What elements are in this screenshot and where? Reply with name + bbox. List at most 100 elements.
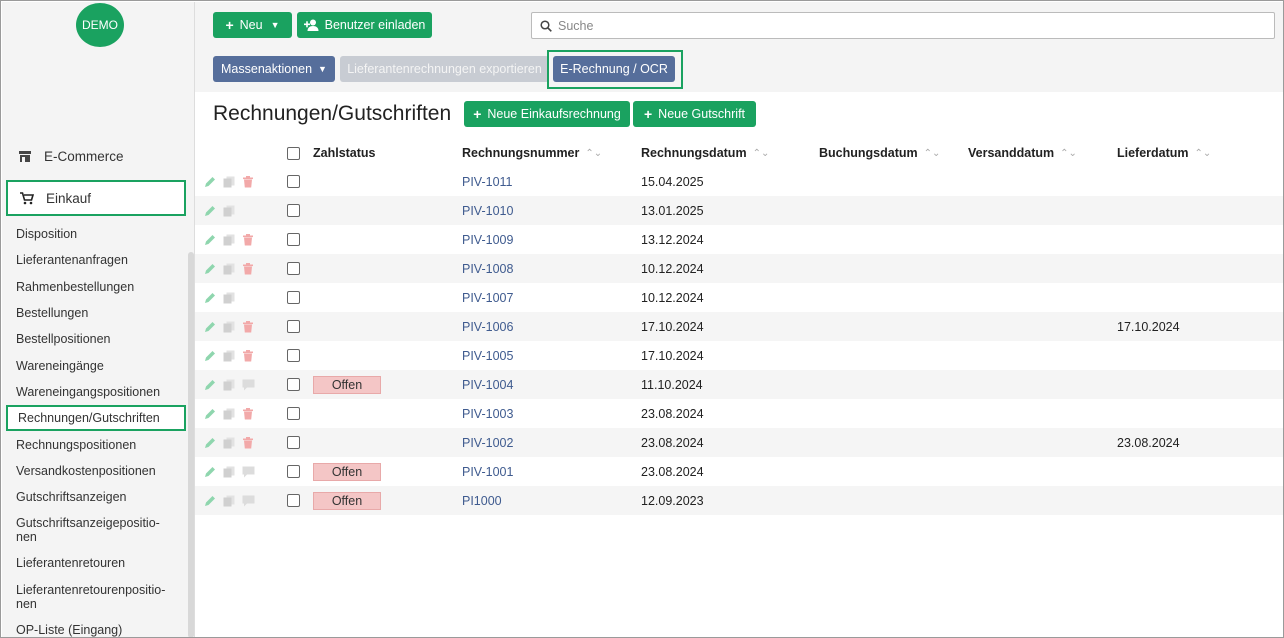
- pencil-icon[interactable]: [203, 494, 217, 508]
- sidebar-subitem[interactable]: Disposition: [6, 221, 186, 247]
- invoice-number-link[interactable]: PI1000: [462, 494, 502, 508]
- invoice-number-link[interactable]: PIV-1007: [462, 291, 513, 305]
- copy-icon[interactable]: [222, 494, 236, 508]
- mass-actions-button[interactable]: Massenaktionen ▼: [213, 56, 335, 82]
- row-checkbox[interactable]: [287, 204, 300, 217]
- sidebar-item-einkauf[interactable]: Einkauf: [6, 180, 186, 216]
- invoice-number-link[interactable]: PIV-1009: [462, 233, 513, 247]
- trash-icon[interactable]: [241, 262, 255, 276]
- copy-icon[interactable]: [222, 407, 236, 421]
- sidebar-subitem[interactable]: Gutschriftsanzeigen: [6, 484, 186, 510]
- header-rechnungsnummer[interactable]: Rechnungsnummer ⌃⌄: [462, 139, 602, 167]
- copy-icon[interactable]: [222, 262, 236, 276]
- export-button[interactable]: Lieferantenrechnungen exportieren: [340, 56, 549, 82]
- comment-icon[interactable]: [241, 378, 255, 392]
- comment-icon[interactable]: [241, 465, 255, 479]
- invoice-number-link[interactable]: PIV-1006: [462, 320, 513, 334]
- table-row[interactable]: PIV-1006 17.10.2024 17.10.2024: [195, 312, 1283, 341]
- copy-icon[interactable]: [222, 175, 236, 189]
- trash-icon[interactable]: [241, 349, 255, 363]
- pencil-icon[interactable]: [203, 175, 217, 189]
- invite-user-button[interactable]: Benutzer einladen: [297, 12, 432, 38]
- table-row[interactable]: PIV-1008 10.12.2024: [195, 254, 1283, 283]
- search-input[interactable]: [558, 18, 1258, 33]
- header-zahlstatus[interactable]: Zahlstatus: [313, 139, 376, 167]
- pencil-icon[interactable]: [203, 436, 217, 450]
- row-checkbox[interactable]: [287, 407, 300, 420]
- pencil-icon[interactable]: [203, 320, 217, 334]
- new-button[interactable]: + Neu ▼: [213, 12, 292, 38]
- comment-icon[interactable]: [241, 494, 255, 508]
- copy-icon[interactable]: [222, 378, 236, 392]
- sidebar-subitem[interactable]: Rechnungen/Gutschriften: [6, 405, 186, 432]
- copy-icon[interactable]: [222, 349, 236, 363]
- sidebar-subitem[interactable]: Versandkostenpositionen: [6, 458, 186, 484]
- row-checkbox[interactable]: [287, 436, 300, 449]
- logo[interactable]: DEMO: [76, 3, 124, 47]
- copy-icon[interactable]: [222, 291, 236, 305]
- row-checkbox[interactable]: [287, 320, 300, 333]
- sidebar-subitem[interactable]: Bestellpositionen: [6, 326, 186, 352]
- trash-icon[interactable]: [241, 320, 255, 334]
- trash-icon[interactable]: [241, 436, 255, 450]
- search-box[interactable]: [531, 12, 1275, 39]
- pencil-icon[interactable]: [203, 349, 217, 363]
- invoice-number-link[interactable]: PIV-1011: [462, 175, 513, 189]
- table-row[interactable]: PIV-1010 13.01.2025: [195, 196, 1283, 225]
- trash-icon[interactable]: [241, 233, 255, 247]
- sidebar-subitem[interactable]: Bestellungen: [6, 300, 186, 326]
- row-checkbox[interactable]: [287, 291, 300, 304]
- sidebar-subitem[interactable]: Lieferantenanfragen: [6, 247, 186, 273]
- trash-icon[interactable]: [241, 175, 255, 189]
- sidebar-subitem[interactable]: Rahmenbestellungen: [6, 274, 186, 300]
- row-checkbox[interactable]: [287, 378, 300, 391]
- select-all-checkbox[interactable]: [287, 146, 300, 160]
- sidebar-subitem[interactable]: Lieferantenretourenpositio- nen: [6, 577, 186, 617]
- table-row[interactable]: PIV-1005 17.10.2024: [195, 341, 1283, 370]
- row-checkbox[interactable]: [287, 465, 300, 478]
- header-buchungsdatum[interactable]: Buchungsdatum ⌃⌄: [819, 139, 940, 167]
- header-lieferdatum[interactable]: Lieferdatum ⌃⌄: [1117, 139, 1211, 167]
- pencil-icon[interactable]: [203, 291, 217, 305]
- table-row[interactable]: Offen PIV-1004 11.10.2024: [195, 370, 1283, 399]
- invoice-number-link[interactable]: PIV-1008: [462, 262, 513, 276]
- table-row[interactable]: PIV-1002 23.08.2024 23.08.2024: [195, 428, 1283, 457]
- invoice-number-link[interactable]: PIV-1004: [462, 378, 513, 392]
- row-checkbox[interactable]: [287, 175, 300, 188]
- invoice-number-link[interactable]: PIV-1002: [462, 436, 513, 450]
- copy-icon[interactable]: [222, 320, 236, 334]
- invoice-number-link[interactable]: PIV-1001: [462, 465, 513, 479]
- row-checkbox[interactable]: [287, 233, 300, 246]
- sidebar-subitem[interactable]: Wareneingänge: [6, 352, 186, 378]
- copy-icon[interactable]: [222, 465, 236, 479]
- sidebar-subitem[interactable]: Lieferantenretouren: [6, 550, 186, 576]
- new-credit-note-button[interactable]: + Neue Gutschrift: [633, 101, 756, 127]
- copy-icon[interactable]: [222, 436, 236, 450]
- copy-icon[interactable]: [222, 233, 236, 247]
- pencil-icon[interactable]: [203, 262, 217, 276]
- sidebar-subitem[interactable]: Wareneingangspositionen: [6, 379, 186, 405]
- table-row[interactable]: Offen PIV-1001 23.08.2024: [195, 457, 1283, 486]
- sidebar-subitem[interactable]: Rechnungspositionen: [6, 431, 186, 457]
- e-invoice-ocr-button[interactable]: E-Rechnung / OCR: [553, 56, 675, 82]
- sidebar-subitem[interactable]: OP-Liste (Eingang): [6, 617, 186, 637]
- invoice-number-link[interactable]: PIV-1003: [462, 407, 513, 421]
- pencil-icon[interactable]: [203, 204, 217, 218]
- invoice-number-link[interactable]: PIV-1005: [462, 349, 513, 363]
- pencil-icon[interactable]: [203, 378, 217, 392]
- header-versanddatum[interactable]: Versanddatum ⌃⌄: [968, 139, 1077, 167]
- pencil-icon[interactable]: [203, 233, 217, 247]
- row-checkbox[interactable]: [287, 349, 300, 362]
- table-row[interactable]: PIV-1007 10.12.2024: [195, 283, 1283, 312]
- table-row[interactable]: PIV-1003 23.08.2024: [195, 399, 1283, 428]
- table-row[interactable]: Offen PI1000 12.09.2023: [195, 486, 1283, 515]
- copy-icon[interactable]: [222, 204, 236, 218]
- sidebar-scrollbar[interactable]: [188, 252, 194, 637]
- table-row[interactable]: PIV-1011 15.04.2025: [195, 167, 1283, 196]
- trash-icon[interactable]: [241, 407, 255, 421]
- sidebar-subitem[interactable]: Gutschriftsanzeigepositio- nen: [6, 510, 186, 550]
- row-checkbox[interactable]: [287, 494, 300, 507]
- invoice-number-link[interactable]: PIV-1010: [462, 204, 513, 218]
- header-rechnungsdatum[interactable]: Rechnungsdatum ⌃⌄: [641, 139, 769, 167]
- pencil-icon[interactable]: [203, 407, 217, 421]
